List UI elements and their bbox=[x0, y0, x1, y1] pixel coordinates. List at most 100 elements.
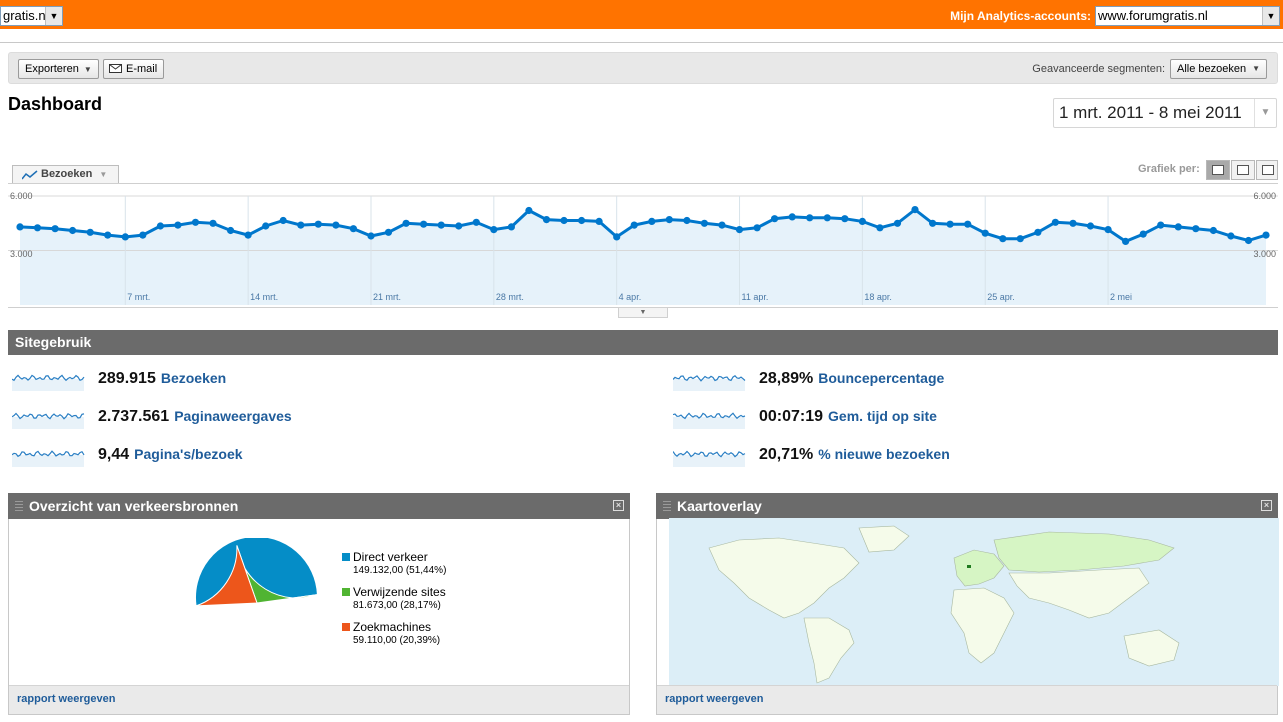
chart-metric-tab[interactable]: Bezoeken ▼ bbox=[12, 165, 119, 184]
traffic-report-link[interactable]: rapport weergeven bbox=[9, 685, 629, 714]
chart-data-point[interactable] bbox=[507, 223, 515, 231]
chart-data-point[interactable] bbox=[1016, 235, 1024, 243]
profile-select[interactable]: gratis.nl ▼ bbox=[0, 6, 63, 26]
chart-data-point[interactable] bbox=[1192, 225, 1200, 233]
chart-data-point[interactable] bbox=[244, 231, 252, 239]
chart-data-point[interactable] bbox=[700, 219, 709, 227]
graph-by-week-button[interactable] bbox=[1231, 160, 1255, 180]
map-marker-netherlands[interactable] bbox=[967, 565, 971, 568]
chart-data-point[interactable] bbox=[420, 220, 428, 228]
legend-item[interactable]: Verwijzende sites 81.673,00 (28,17%) bbox=[342, 585, 446, 611]
chart-data-point[interactable] bbox=[191, 218, 200, 226]
chart-data-point[interactable] bbox=[964, 220, 972, 228]
chart-data-point[interactable] bbox=[1262, 231, 1270, 239]
chart-data-point[interactable] bbox=[314, 220, 322, 228]
chart-data-point[interactable] bbox=[332, 221, 340, 229]
chart-data-point[interactable] bbox=[209, 219, 217, 227]
chart-data-point[interactable] bbox=[735, 226, 744, 234]
metric-link[interactable]: Paginaweergaves bbox=[174, 408, 292, 424]
chart-data-point[interactable] bbox=[858, 217, 867, 225]
date-range-picker[interactable]: 1 mrt. 2011 - 8 mei 2011 ▼ bbox=[1053, 98, 1277, 128]
map-region-europe[interactable] bbox=[953, 549, 1005, 587]
chart-data-point[interactable] bbox=[156, 222, 164, 230]
chart-data-point[interactable] bbox=[367, 232, 375, 240]
legend-item[interactable]: Zoekmachines 59.110,00 (20,39%) bbox=[342, 620, 440, 646]
metric-link[interactable]: Bouncepercentage bbox=[818, 370, 944, 386]
graph-by-day-button[interactable] bbox=[1206, 160, 1230, 180]
chart-data-point[interactable] bbox=[384, 228, 393, 236]
chart-data-point[interactable] bbox=[929, 219, 937, 227]
world-map[interactable] bbox=[669, 518, 1279, 686]
map-region-greenland[interactable] bbox=[858, 525, 910, 553]
drag-handle-icon[interactable] bbox=[15, 501, 23, 511]
chart-data-point[interactable] bbox=[1209, 226, 1217, 235]
map-overlay-header[interactable]: Kaartoverlay × bbox=[656, 493, 1278, 519]
chart-data-point[interactable] bbox=[1122, 237, 1130, 245]
chart-data-point[interactable] bbox=[718, 221, 726, 229]
metric-link[interactable]: % nieuwe bezoeken bbox=[818, 446, 949, 462]
chart-data-point[interactable] bbox=[806, 214, 814, 222]
chart-data-point[interactable] bbox=[911, 206, 919, 214]
chart-data-point[interactable] bbox=[542, 216, 551, 224]
chart-data-point[interactable] bbox=[981, 229, 989, 237]
collapse-chart-handle[interactable]: ▼ bbox=[618, 307, 668, 318]
legend-item[interactable]: Direct verkeer 149.132,00 (51,44%) bbox=[342, 550, 446, 576]
segments-select[interactable]: Alle bezoeken ▼ bbox=[1170, 59, 1267, 79]
chart-data-point[interactable] bbox=[279, 216, 287, 225]
chart-data-point[interactable] bbox=[174, 221, 182, 229]
chart-data-point[interactable] bbox=[823, 214, 831, 222]
chart-data-point[interactable] bbox=[51, 225, 59, 233]
chart-data-point[interactable] bbox=[227, 226, 235, 235]
chart-data-point[interactable] bbox=[893, 219, 902, 227]
chart-data-point[interactable] bbox=[33, 224, 42, 232]
metric-link[interactable]: Pagina's/bezoek bbox=[134, 446, 242, 462]
chart-data-point[interactable] bbox=[788, 213, 796, 221]
close-icon[interactable]: × bbox=[613, 500, 624, 511]
chart-data-point[interactable] bbox=[595, 217, 603, 225]
chart-data-point[interactable] bbox=[665, 216, 673, 224]
chart-data-point[interactable] bbox=[16, 223, 24, 231]
chart-data-point[interactable] bbox=[1051, 218, 1059, 226]
chart-data-point[interactable] bbox=[1034, 228, 1042, 236]
map-region-asia[interactable] bbox=[1008, 567, 1150, 619]
chart-data-point[interactable] bbox=[455, 222, 463, 230]
chart-data-point[interactable] bbox=[525, 206, 533, 215]
chart-data-point[interactable] bbox=[560, 216, 568, 225]
chart-data-point[interactable] bbox=[1069, 219, 1077, 227]
chart-data-point[interactable] bbox=[1086, 222, 1095, 230]
map-region-north-america[interactable] bbox=[708, 537, 860, 619]
chart-data-point[interactable] bbox=[472, 218, 480, 226]
chart-data-point[interactable] bbox=[297, 221, 305, 229]
chart-data-point[interactable] bbox=[1244, 236, 1253, 245]
traffic-sources-header[interactable]: Overzicht van verkeersbronnen × bbox=[8, 493, 630, 519]
graph-by-month-button[interactable] bbox=[1256, 160, 1278, 180]
chart-data-point[interactable] bbox=[648, 217, 656, 225]
chart-data-point[interactable] bbox=[121, 233, 129, 241]
chart-data-point[interactable] bbox=[613, 233, 621, 241]
chart-data-point[interactable] bbox=[999, 235, 1007, 243]
email-button[interactable]: E-mail bbox=[103, 59, 165, 79]
chart-data-point[interactable] bbox=[490, 226, 498, 234]
chart-data-point[interactable] bbox=[630, 221, 638, 229]
chart-data-point[interactable] bbox=[262, 222, 270, 230]
metric-link[interactable]: Gem. tijd op site bbox=[828, 408, 937, 424]
accounts-select[interactable]: www.forumgratis.nl ▼ bbox=[1095, 6, 1280, 26]
map-region-russia[interactable] bbox=[993, 531, 1175, 573]
chart-data-point[interactable] bbox=[402, 219, 410, 227]
chart-data-point[interactable] bbox=[437, 221, 445, 229]
chart-data-point[interactable] bbox=[841, 215, 849, 223]
metric-link[interactable]: Bezoeken bbox=[161, 370, 226, 386]
chart-data-point[interactable] bbox=[349, 225, 357, 233]
drag-handle-icon[interactable] bbox=[663, 501, 671, 511]
chart-data-point[interactable] bbox=[139, 231, 147, 239]
chart-data-point[interactable] bbox=[104, 231, 112, 239]
chart-data-point[interactable] bbox=[946, 220, 954, 228]
map-report-link[interactable]: rapport weergeven bbox=[657, 685, 1277, 714]
chart-data-point[interactable] bbox=[876, 224, 884, 232]
map-region-south-america[interactable] bbox=[803, 617, 855, 684]
chart-data-point[interactable] bbox=[1139, 230, 1147, 238]
chart-data-point[interactable] bbox=[1174, 223, 1182, 231]
export-button[interactable]: Exporteren ▼ bbox=[18, 59, 99, 79]
map-region-australia[interactable] bbox=[1123, 629, 1180, 667]
chart-data-point[interactable] bbox=[69, 226, 77, 235]
